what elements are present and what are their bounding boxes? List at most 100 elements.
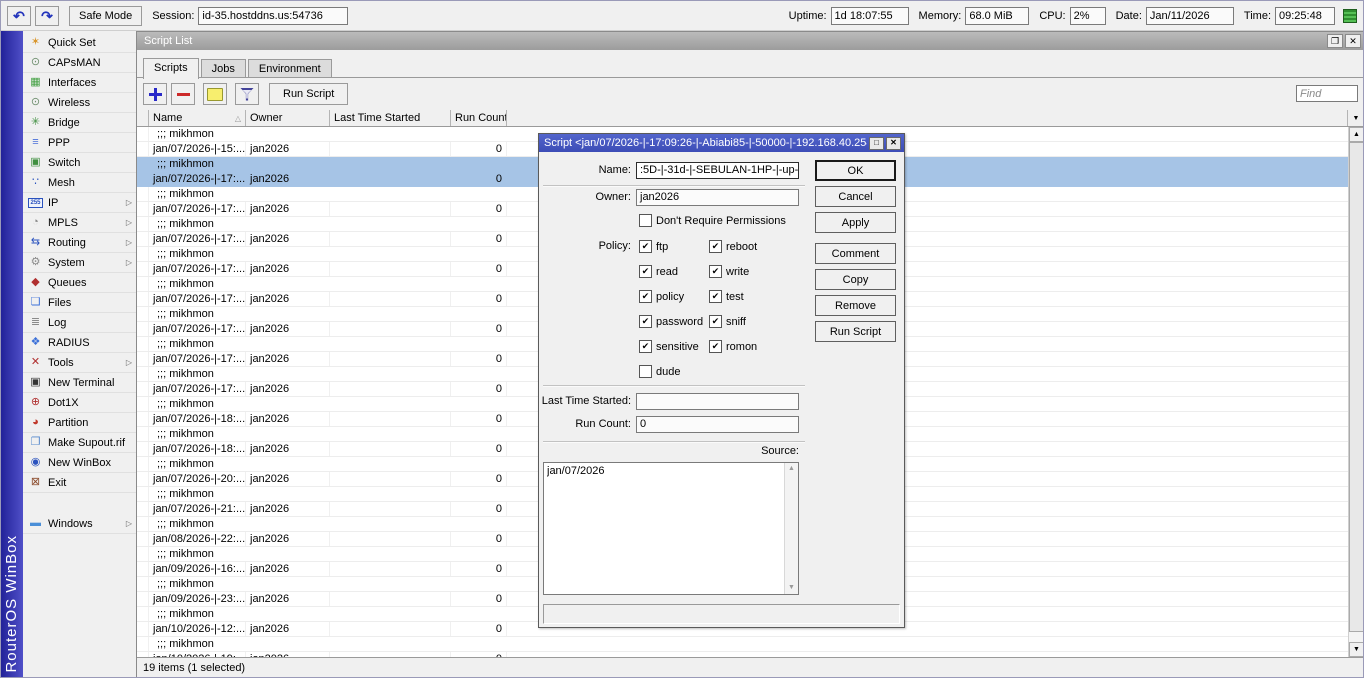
sidebar-item-ip[interactable]: 255IP▷	[23, 193, 136, 213]
comment-button[interactable]	[203, 83, 227, 105]
row-flag-cell	[137, 457, 149, 471]
maximize-icon[interactable]: ❐	[1327, 34, 1343, 48]
owner-cell: jan2026	[246, 562, 330, 576]
owner-column-header[interactable]: Owner	[246, 110, 330, 126]
run-script-toolbar-button[interactable]: Run Script	[269, 83, 348, 105]
sidebar-item-system[interactable]: ⚙System▷	[23, 253, 136, 273]
sidebar-item-capsman[interactable]: ⊙CAPsMAN	[23, 53, 136, 73]
policy-checkbox-sniff[interactable]: ✔sniff	[709, 315, 805, 328]
name-field[interactable]: :5D-|-31d-|-SEBULAN-1HP-|-up-	[636, 162, 799, 179]
session-field[interactable]: id-35.hostddns.us:54736	[198, 7, 348, 25]
policy-checkbox-dude[interactable]: dude	[639, 365, 709, 378]
row-flag-cell	[137, 187, 149, 201]
policy-checkbox-ftp[interactable]: ✔ftp	[639, 240, 709, 253]
sidebar-item-windows[interactable]: ▬Windows▷	[23, 514, 136, 534]
add-button[interactable]	[143, 83, 167, 105]
redo-button[interactable]: ↷	[35, 6, 59, 26]
sidebar-item-ppp[interactable]: ≡PPP	[23, 133, 136, 153]
comment-button[interactable]: Comment	[815, 243, 896, 264]
sidebar-item-make-supout-rif[interactable]: ❐Make Supout.rif	[23, 433, 136, 453]
last-time-started-column-header[interactable]: Last Time Started	[330, 110, 451, 126]
scroll-up-icon[interactable]: ▲	[1349, 127, 1364, 142]
name-cell: jan/09/2026-|-23:...	[149, 592, 246, 606]
sidebar-item-exit[interactable]: ⊠Exit	[23, 473, 136, 493]
row-flag-cell	[137, 472, 149, 486]
name-column-header[interactable]: Name △	[149, 110, 246, 126]
table-row-comment[interactable]: ;;; mikhmon	[137, 637, 1348, 652]
sidebar-item-tools[interactable]: ✕Tools▷	[23, 353, 136, 373]
sidebar-item-mesh[interactable]: ∵Mesh	[23, 173, 136, 193]
find-input[interactable]	[1296, 85, 1358, 102]
status-bar: 19 items (1 selected)	[137, 657, 1364, 678]
sidebar-item-log[interactable]: ≣Log	[23, 313, 136, 333]
sidebar-item-label: Partition	[48, 417, 132, 429]
sidebar-item-mpls[interactable]: ◔MPLS▷	[23, 213, 136, 233]
filter-button[interactable]	[235, 83, 259, 105]
row-flag-cell	[137, 397, 149, 411]
close-icon[interactable]: ✕	[1345, 34, 1361, 48]
row-flag-cell	[137, 412, 149, 426]
scrollbar-track[interactable]	[1349, 142, 1364, 642]
row-flag-cell	[137, 517, 149, 531]
tab-jobs[interactable]: Jobs	[201, 59, 246, 78]
dont-require-checkbox[interactable]: Don't Require Permissions	[639, 214, 786, 227]
sidebar-item-wireless[interactable]: ⊙Wireless	[23, 93, 136, 113]
flag-column-header[interactable]	[137, 110, 149, 126]
new-winbox-icon: ◉	[28, 457, 43, 468]
sidebar-item-switch[interactable]: ▣Switch	[23, 153, 136, 173]
sidebar-item-new-terminal[interactable]: ▣New Terminal	[23, 373, 136, 393]
source-scrollbar[interactable]: ▲ ▼	[784, 463, 798, 594]
row-flag-cell	[137, 172, 149, 186]
sidebar-item-label: Routing	[48, 237, 121, 249]
policy-checkbox-write[interactable]: ✔write	[709, 265, 805, 278]
sidebar-item-dot1x[interactable]: ⊕Dot1X	[23, 393, 136, 413]
sidebar-item-quick-set[interactable]: ✶Quick Set	[23, 33, 136, 53]
policy-checkbox-romon[interactable]: ✔romon	[709, 340, 805, 353]
remove-button[interactable]	[171, 83, 195, 105]
policy-checkbox-sensitive[interactable]: ✔sensitive	[639, 340, 709, 353]
script-list-titlebar[interactable]: Script List ❐ ✕	[137, 32, 1364, 50]
safe-mode-button[interactable]: Safe Mode	[69, 6, 142, 26]
name-column-label: Name	[153, 112, 182, 124]
tab-environment[interactable]: Environment	[248, 59, 332, 78]
scrollbar-thumb[interactable]	[1349, 142, 1364, 632]
apply-button[interactable]: Apply	[815, 212, 896, 233]
dialog-close-icon[interactable]: ✕	[886, 137, 901, 150]
policy-checkbox-reboot[interactable]: ✔reboot	[709, 240, 805, 253]
policy-checkbox-password[interactable]: ✔password	[639, 315, 709, 328]
cancel-button[interactable]: Cancel	[815, 186, 896, 207]
sidebar-item-routing[interactable]: ⇆Routing▷	[23, 233, 136, 253]
undo-button[interactable]: ↶	[7, 6, 31, 26]
sidebar-item-queues[interactable]: ◆Queues	[23, 273, 136, 293]
sidebar-item-radius[interactable]: ❖RADIUS	[23, 333, 136, 353]
source-scroll-up-icon[interactable]: ▲	[785, 463, 798, 475]
sort-asc-icon: △	[235, 114, 241, 123]
row-flag-cell	[137, 202, 149, 216]
policy-checkbox-policy[interactable]: ✔policy	[639, 290, 709, 303]
dot1x-icon: ⊕	[28, 397, 43, 408]
tab-scripts[interactable]: Scripts	[143, 58, 199, 79]
policy-checkbox-read[interactable]: ✔read	[639, 265, 709, 278]
source-scroll-down-icon[interactable]: ▼	[785, 582, 798, 594]
ok-button[interactable]: OK	[815, 160, 896, 181]
row-flag-cell	[137, 487, 149, 501]
sidebar-item-interfaces[interactable]: ▦Interfaces	[23, 73, 136, 93]
sidebar-item-bridge[interactable]: ✳Bridge	[23, 113, 136, 133]
submenu-arrow-icon: ▷	[126, 218, 132, 227]
scroll-down-icon[interactable]: ▼	[1349, 642, 1364, 657]
run-count-column-header[interactable]: Run Count	[451, 110, 507, 126]
policy-checkbox-test[interactable]: ✔test	[709, 290, 805, 303]
source-textarea[interactable]: jan/07/2026 ▲ ▼	[543, 462, 799, 595]
sidebar-item-label: Files	[48, 297, 132, 309]
vertical-scrollbar[interactable]: ▲ ▼	[1348, 127, 1364, 657]
run-script-button[interactable]: Run Script	[815, 321, 896, 342]
sidebar-item-files[interactable]: ❏Files	[23, 293, 136, 313]
date-value: Jan/11/2026	[1146, 7, 1234, 25]
copy-button[interactable]: Copy	[815, 269, 896, 290]
sidebar-item-new-winbox[interactable]: ◉New WinBox	[23, 453, 136, 473]
column-select-button[interactable]: ▼	[1347, 110, 1364, 126]
dialog-maximize-icon[interactable]: □	[869, 137, 884, 150]
dialog-titlebar[interactable]: Script <jan/07/2026-|-17:09:26-|-Abiabi8…	[539, 134, 904, 152]
remove-button[interactable]: Remove	[815, 295, 896, 316]
sidebar-item-partition[interactable]: ◕Partition	[23, 413, 136, 433]
